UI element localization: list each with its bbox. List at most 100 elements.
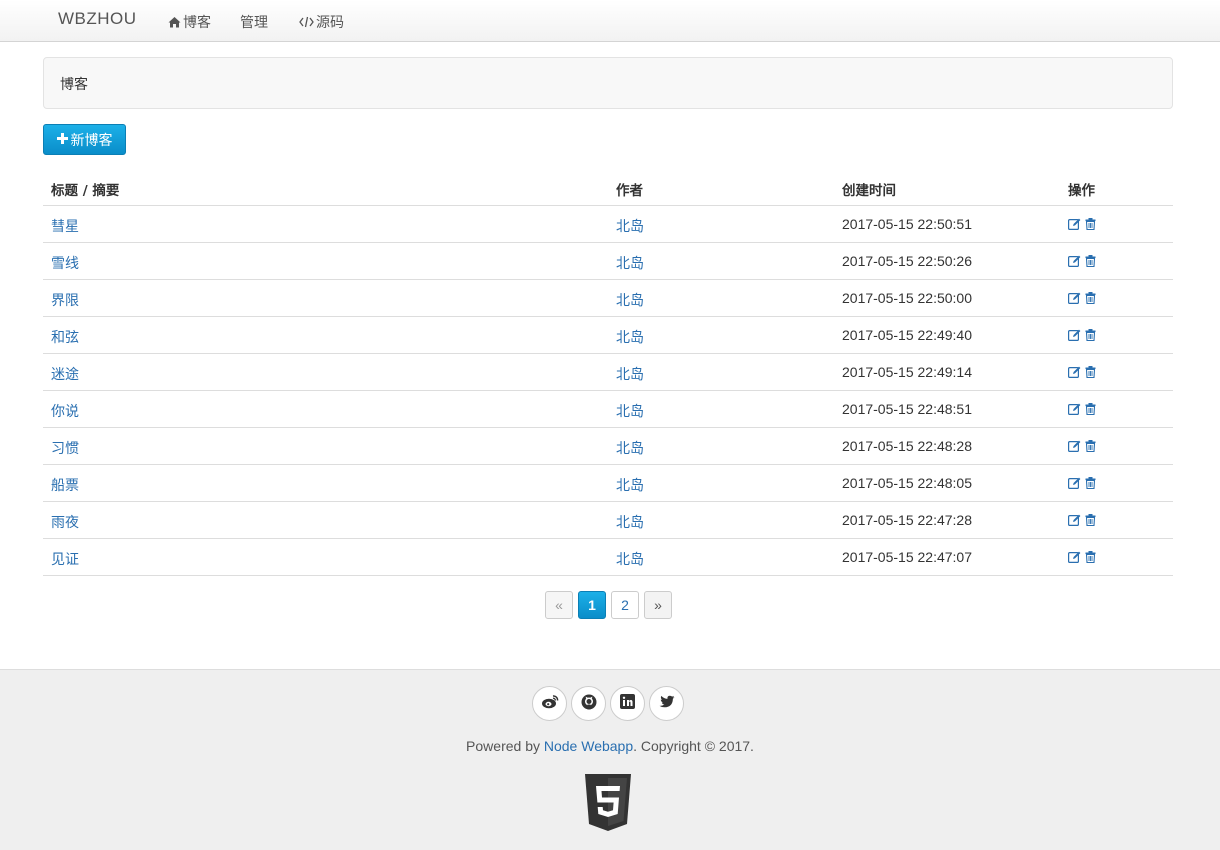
- weibo-link[interactable]: [532, 686, 567, 721]
- node-webapp-link[interactable]: Node Webapp: [544, 738, 633, 754]
- header-title: 标题 / 摘要: [51, 183, 120, 199]
- table-row: 界限 北岛 2017-05-15 22:50:00: [43, 280, 1173, 317]
- post-author-link[interactable]: 北岛: [616, 438, 644, 458]
- post-created-time: 2017-05-15 22:50:51: [842, 216, 972, 232]
- linkedin-icon: [620, 694, 635, 713]
- new-blog-label: 新博客: [70, 132, 113, 149]
- post-author-link[interactable]: 北岛: [616, 290, 644, 310]
- blog-table: 标题 / 摘要 作者 创建时间 操作 彗星 北岛 2017-05-15 22:50:…: [43, 169, 1173, 576]
- edit-icon[interactable]: [1068, 514, 1081, 530]
- trash-icon[interactable]: [1085, 366, 1096, 382]
- edit-icon[interactable]: [1068, 551, 1081, 567]
- table-row: 雨夜 北岛 2017-05-15 22:47:28: [43, 502, 1173, 539]
- table-row: 船票 北岛 2017-05-15 22:48:05: [43, 465, 1173, 502]
- post-title-link[interactable]: 迷途: [51, 364, 79, 384]
- post-actions: [1068, 255, 1096, 271]
- page-1-button[interactable]: 1: [578, 591, 606, 619]
- nav-item-source[interactable]: 源码: [299, 12, 344, 32]
- page-2-button[interactable]: 2: [611, 591, 639, 619]
- html5-logo: [583, 774, 633, 836]
- powered-by-text: Powered by Node Webapp. Copyright © 2017…: [0, 738, 1220, 754]
- twitter-link[interactable]: [649, 686, 684, 721]
- trash-icon[interactable]: [1085, 551, 1096, 567]
- breadcrumb-current: 博客: [60, 77, 88, 93]
- nav-item-label: 管理: [240, 15, 268, 31]
- post-title-link[interactable]: 雨夜: [51, 512, 79, 532]
- edit-icon[interactable]: [1068, 403, 1081, 419]
- table-row: 和弦 北岛 2017-05-15 22:49:40: [43, 317, 1173, 354]
- trash-icon[interactable]: [1085, 514, 1096, 530]
- post-actions: [1068, 366, 1096, 382]
- table-body: 彗星 北岛 2017-05-15 22:50:51 雪线 北岛 2017-05-15 22…: [43, 206, 1173, 576]
- edit-icon[interactable]: [1068, 329, 1081, 345]
- post-created-time: 2017-05-15 22:47:07: [842, 549, 972, 565]
- post-created-time: 2017-05-15 22:50:26: [842, 253, 972, 269]
- footer: Powered by Node Webapp. Copyright © 2017…: [0, 669, 1220, 850]
- top-navbar: WBZHOU 博客 管理 源码: [0, 0, 1220, 42]
- linkedin-link[interactable]: [610, 686, 645, 721]
- trash-icon[interactable]: [1085, 329, 1096, 345]
- post-title-link[interactable]: 彗星: [51, 216, 79, 236]
- trash-icon[interactable]: [1085, 440, 1096, 456]
- trash-icon[interactable]: [1085, 477, 1096, 493]
- post-author-link[interactable]: 北岛: [616, 364, 644, 384]
- post-created-time: 2017-05-15 22:49:14: [842, 364, 972, 380]
- nav-item-label: 源码: [316, 15, 344, 31]
- header-author: 作者: [616, 183, 643, 199]
- next-page-button[interactable]: »: [644, 591, 672, 619]
- post-author-link[interactable]: 北岛: [616, 253, 644, 273]
- edit-icon[interactable]: [1068, 477, 1081, 493]
- post-author-link[interactable]: 北岛: [616, 512, 644, 532]
- edit-icon[interactable]: [1068, 366, 1081, 382]
- post-author-link[interactable]: 北岛: [616, 216, 644, 236]
- breadcrumb: 博客: [43, 57, 1173, 109]
- post-title-link[interactable]: 习惯: [51, 438, 79, 458]
- trash-icon[interactable]: [1085, 403, 1096, 419]
- trash-icon[interactable]: [1085, 292, 1096, 308]
- post-title-link[interactable]: 和弦: [51, 327, 79, 347]
- post-title-link[interactable]: 雪线: [51, 253, 79, 273]
- code-icon: [299, 16, 314, 28]
- brand-link[interactable]: WBZHOU: [58, 9, 137, 29]
- github-link[interactable]: [571, 686, 606, 721]
- powered-suffix: . Copyright © 2017.: [633, 738, 754, 754]
- table-row: 彗星 北岛 2017-05-15 22:50:51: [43, 206, 1173, 243]
- post-actions: [1068, 477, 1096, 493]
- table-row: 习惯 北岛 2017-05-15 22:48:28: [43, 428, 1173, 465]
- table-row: 迷途 北岛 2017-05-15 22:49:14: [43, 354, 1173, 391]
- post-created-time: 2017-05-15 22:48:28: [842, 438, 972, 454]
- table-header: 标题 / 摘要 作者 创建时间 操作: [43, 169, 1173, 206]
- home-icon: [168, 16, 181, 28]
- trash-icon[interactable]: [1085, 218, 1096, 234]
- post-created-time: 2017-05-15 22:50:00: [842, 290, 972, 306]
- new-blog-button[interactable]: 新博客: [43, 124, 126, 155]
- table-row: 见证 北岛 2017-05-15 22:47:07: [43, 539, 1173, 576]
- post-title-link[interactable]: 见证: [51, 549, 79, 569]
- post-title-link[interactable]: 你说: [51, 401, 79, 421]
- table-row: 你说 北岛 2017-05-15 22:48:51: [43, 391, 1173, 428]
- post-author-link[interactable]: 北岛: [616, 475, 644, 495]
- edit-icon[interactable]: [1068, 255, 1081, 271]
- post-title-link[interactable]: 界限: [51, 290, 79, 310]
- table-row: 雪线 北岛 2017-05-15 22:50:26: [43, 243, 1173, 280]
- edit-icon[interactable]: [1068, 440, 1081, 456]
- trash-icon[interactable]: [1085, 255, 1096, 271]
- nav-item-label: 博客: [183, 15, 211, 31]
- post-created-time: 2017-05-15 22:48:05: [842, 475, 972, 491]
- post-actions: [1068, 514, 1096, 530]
- post-title-link[interactable]: 船票: [51, 475, 79, 495]
- post-actions: [1068, 292, 1096, 308]
- edit-icon[interactable]: [1068, 292, 1081, 308]
- header-actions: 操作: [1068, 183, 1095, 199]
- header-created: 创建时间: [842, 183, 896, 199]
- post-author-link[interactable]: 北岛: [616, 401, 644, 421]
- github-icon: [581, 694, 597, 714]
- post-actions: [1068, 218, 1096, 234]
- nav-item-blog[interactable]: 博客: [168, 12, 211, 32]
- weibo-icon: [541, 694, 559, 713]
- nav-item-manage[interactable]: 管理: [240, 12, 268, 32]
- post-author-link[interactable]: 北岛: [616, 549, 644, 569]
- edit-icon[interactable]: [1068, 218, 1081, 234]
- post-author-link[interactable]: 北岛: [616, 327, 644, 347]
- prev-page-button[interactable]: «: [545, 591, 573, 619]
